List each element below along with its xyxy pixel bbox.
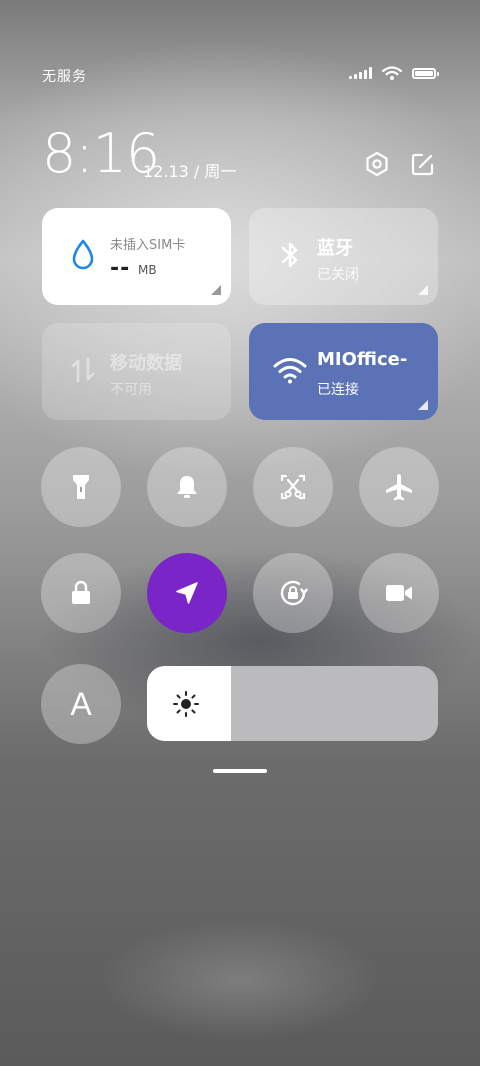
auto-brightness-label: A <box>70 685 92 722</box>
battery-icon <box>412 67 439 79</box>
bluetooth-status: 已关闭 <box>317 267 359 283</box>
expand-corner-icon <box>211 285 221 295</box>
sun-icon <box>173 691 199 717</box>
carrier-status: 无服务 <box>42 69 87 85</box>
signal-icon <box>349 67 372 79</box>
screenshot-icon <box>280 474 306 500</box>
settings-icon <box>366 151 388 177</box>
settings-button[interactable] <box>363 150 391 178</box>
lock-icon <box>72 580 90 604</box>
sim-status-label: 未插入SIM卡 <box>110 238 186 253</box>
data-usage-tile[interactable]: 未插入SIM卡 -- MB <box>42 208 231 305</box>
flashlight-icon <box>73 475 89 499</box>
wifi-icon <box>273 353 307 387</box>
rotation-lock-icon <box>280 580 308 606</box>
bell-icon <box>177 476 197 498</box>
lock-screen-toggle[interactable] <box>41 553 121 633</box>
rotation-lock-toggle[interactable] <box>253 553 333 633</box>
data-usage-value: -- <box>110 256 131 281</box>
sound-toggle[interactable] <box>147 447 227 527</box>
airplane-icon <box>386 474 412 501</box>
data-arrows-icon <box>66 353 100 387</box>
airplane-mode-toggle[interactable] <box>359 447 439 527</box>
edit-icon <box>411 153 434 176</box>
status-icons <box>349 66 439 80</box>
clock-time: 8:16 <box>42 122 160 185</box>
wifi-icon <box>382 66 402 80</box>
expand-corner-icon <box>418 285 428 295</box>
home-indicator[interactable] <box>213 769 267 773</box>
expand-corner-icon <box>418 400 428 410</box>
location-toggle[interactable] <box>147 553 227 633</box>
flashlight-toggle[interactable] <box>41 447 121 527</box>
brightness-slider[interactable] <box>147 666 438 741</box>
location-icon <box>176 582 198 604</box>
edit-button[interactable] <box>409 150 437 178</box>
mobile-data-title: 移动数据 <box>110 353 182 374</box>
water-drop-icon <box>66 238 100 272</box>
screenshot-toggle[interactable] <box>253 447 333 527</box>
bluetooth-tile[interactable]: 蓝牙 已关闭 <box>249 208 438 305</box>
screen-record-toggle[interactable] <box>359 553 439 633</box>
video-icon <box>386 585 412 601</box>
bluetooth-icon <box>273 238 307 272</box>
auto-brightness-button[interactable]: A <box>41 664 121 744</box>
bluetooth-title: 蓝牙 <box>317 238 353 259</box>
mobile-data-status: 不可用 <box>110 382 152 398</box>
wifi-tile[interactable]: MIOffice- 已连接 <box>249 323 438 420</box>
wifi-network-name: MIOffice- <box>317 349 408 370</box>
mobile-data-tile[interactable]: 移动数据 不可用 <box>42 323 231 420</box>
wifi-status: 已连接 <box>317 382 359 398</box>
clock-date: 12.13 / 周一 <box>143 162 237 181</box>
data-usage-unit: MB <box>138 263 157 277</box>
